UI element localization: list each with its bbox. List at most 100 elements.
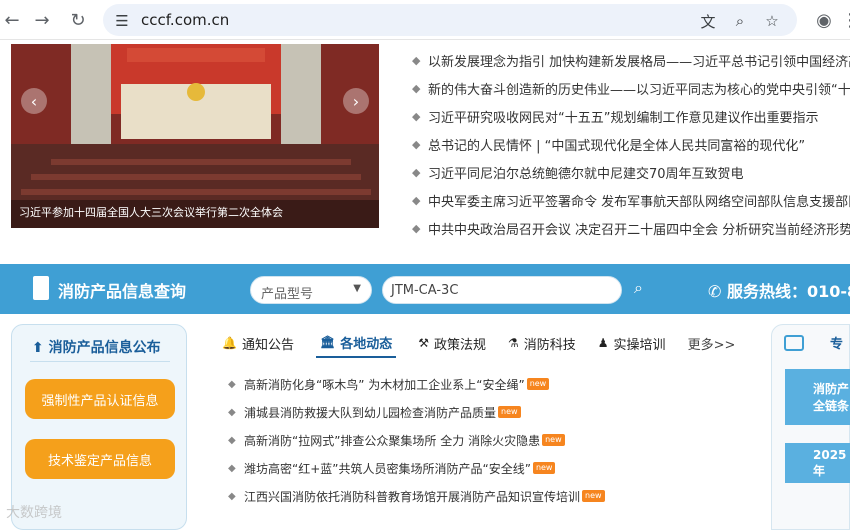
new-badge: new bbox=[532, 462, 556, 474]
top-news-list: ◆ 以新发展理念为指引 加快构建新发展格局——习近平总书记引领中国经济高 ◆ 新的伟… bbox=[412, 46, 850, 242]
new-badge: new bbox=[498, 406, 521, 418]
news-link[interactable]: 浦城县消防救援大队到幼儿园检查消防产品质量 bbox=[244, 404, 496, 421]
forward-icon[interactable]: → bbox=[30, 8, 54, 32]
list-item[interactable]: ◆ 习近平同尼泊尔总统鲍德尔就中尼建交70周年互致贺电 bbox=[412, 158, 850, 186]
promo-line: 消防产 bbox=[813, 382, 850, 396]
carousel-prev-button[interactable]: ‹ bbox=[21, 88, 47, 114]
new-badge: new bbox=[542, 434, 565, 446]
news-link[interactable]: 习近平研究吸收网民对“十五五”规划编制工作意见建议作出重要指示 bbox=[428, 107, 818, 126]
list-item[interactable]: ◆ 总书记的人民情怀 | “中国式现代化是全体人民共同富裕的现代化” bbox=[412, 130, 850, 158]
tab-label: 消防科技 bbox=[523, 337, 576, 353]
ccc-cert-button[interactable]: 强制性产品认证信息 bbox=[25, 379, 175, 419]
list-item[interactable]: ◆ 浦城县消防救援大队到幼儿园检查消防产品质量 new bbox=[228, 398, 748, 426]
news-link[interactable]: 新的伟大奋斗创造新的历史伟业——以习近平同志为核心的党中央引领“十四 bbox=[428, 79, 850, 98]
panel-title-text: 消防产品信息公布 bbox=[48, 340, 161, 356]
news-link[interactable]: 习近平同尼泊尔总统鲍德尔就中尼建交70周年互致贺电 bbox=[428, 163, 744, 182]
promo-line: 全链条 bbox=[813, 399, 850, 413]
bullet-icon: ◆ bbox=[412, 137, 421, 151]
list-item[interactable]: ◆ 新的伟大奋斗创造新的历史伟业——以习近平同志为核心的党中央引领“十四 bbox=[412, 74, 850, 102]
building-icon: 🏛 bbox=[319, 335, 336, 349]
news-link[interactable]: 总书记的人民情怀 | “中国式现代化是全体人民共同富裕的现代化” bbox=[428, 135, 805, 154]
panel-title: ⬆ 消防产品信息公布 bbox=[32, 337, 161, 357]
band-title: 消防产品信息查询 bbox=[58, 282, 187, 301]
right-year-button[interactable]: 2025年 bbox=[785, 443, 850, 483]
bookmark-star-icon[interactable]: ☆ bbox=[763, 12, 781, 30]
news-link[interactable]: 高新消防化身“啄木鸟” 为木材加工企业系上“安全绳” bbox=[244, 376, 525, 393]
tab-training[interactable]: ♟ 实操培训 bbox=[598, 328, 666, 358]
list-item[interactable]: ◆ 习近平研究吸收网民对“十五五”规划编制工作意见建议作出重要指示 bbox=[412, 102, 850, 130]
news-tabs: 🔔 通知公告 🏛 各地动态 ⚒ 政策法规 ⚗ 消防科技 ♟ 实操培训 更多>> bbox=[222, 328, 735, 358]
more-link[interactable]: 更多>> bbox=[688, 334, 736, 353]
search-icon[interactable]: ⌕ bbox=[634, 278, 643, 298]
list-item[interactable]: ◆ 中央军委主席习近平签署命令 发布军事航天部队网络空间部队信息支援部队 bbox=[412, 186, 850, 214]
browser-toolbar: ← → ↻ ☰ cccf.com.cn 文 ⌕ ☆ ◉ ⋮ bbox=[0, 0, 850, 40]
bullet-icon: ◆ bbox=[412, 109, 421, 123]
back-icon[interactable]: ← bbox=[0, 8, 24, 32]
list-item[interactable]: ◆ 中共中央政治局召开会议 决定召开二十届四中全会 分析研究当前经济形势... bbox=[412, 214, 850, 242]
list-item[interactable]: ◆ 以新发展理念为指引 加快构建新发展格局——习近平总书记引领中国经济高 bbox=[412, 46, 850, 74]
hotline-text: 服务热线：010-83 bbox=[726, 282, 850, 301]
product-query-band: 消防产品信息查询 产品型号 ▼ JTM-CA-3C ⌕ ✆ 服务热线：010-8… bbox=[0, 264, 850, 314]
bullet-icon: ◆ bbox=[412, 165, 421, 179]
more-icon[interactable]: ⋮ bbox=[838, 8, 850, 32]
tab-tech[interactable]: ⚗ 消防科技 bbox=[508, 328, 576, 358]
site-info-icon[interactable]: ☰ bbox=[113, 12, 131, 30]
news-carousel[interactable]: ‹ › 习近平参加十四届全国人大三次会议举行第二次全体会 bbox=[11, 44, 379, 228]
search-input[interactable]: JTM-CA-3C bbox=[382, 276, 622, 304]
right-side-panel: 专 消防产 全链条 2025年 bbox=[771, 324, 850, 530]
gavel-icon: ⚒ bbox=[418, 336, 429, 350]
watermark: 大数跨境 bbox=[6, 505, 62, 521]
tab-label: 各地动态 bbox=[340, 336, 393, 352]
bullet-icon: ◆ bbox=[228, 490, 236, 502]
news-link[interactable]: 中央军委主席习近平签署命令 发布军事航天部队网络空间部队信息支援部队 bbox=[428, 191, 850, 210]
pin-icon: ⬆ bbox=[32, 340, 49, 356]
select-label: 产品型号 bbox=[261, 287, 314, 302]
list-item[interactable]: ◆ 高新消防化身“啄木鸟” 为木材加工企业系上“安全绳” new bbox=[228, 370, 748, 398]
news-link[interactable]: 江西兴国消防依托消防科普教育场馆开展消防产品知识宣传培训 bbox=[244, 488, 580, 505]
hotline: ✆ 服务热线：010-83 bbox=[708, 278, 850, 302]
list-item[interactable]: ◆ 潍坊高密“红+蓝”共筑人员密集场所消防产品“安全线” new bbox=[228, 454, 748, 482]
bullet-icon: ◆ bbox=[412, 221, 421, 235]
local-news-list: ◆ 高新消防化身“啄木鸟” 为木材加工企业系上“安全绳” new ◆ 浦城县消防救援大… bbox=[228, 370, 748, 510]
mail-icon bbox=[784, 335, 804, 351]
list-item[interactable]: ◆ 江西兴国消防依托消防科普教育场馆开展消防产品知识宣传培训 new bbox=[228, 482, 748, 510]
tab-label: 通知公告 bbox=[241, 337, 294, 353]
tab-local-news[interactable]: 🏛 各地动态 bbox=[315, 328, 397, 358]
right-promo-button[interactable]: 消防产 全链条 bbox=[785, 369, 850, 425]
tab-label: 政策法规 bbox=[433, 337, 486, 353]
bullet-icon: ◆ bbox=[412, 53, 421, 67]
divider bbox=[30, 361, 170, 362]
news-link[interactable]: 潍坊高密“红+蓝”共筑人员密集场所消防产品“安全线” bbox=[244, 460, 531, 477]
bullet-icon: ◆ bbox=[228, 462, 236, 474]
bullet-icon: ◆ bbox=[412, 81, 421, 95]
news-link[interactable]: 中共中央政治局召开会议 决定召开二十届四中全会 分析研究当前经济形势... bbox=[428, 219, 850, 238]
right-panel-title: 专 bbox=[830, 337, 844, 352]
extinguisher-icon bbox=[33, 276, 49, 300]
list-item[interactable]: ◆ 高新消防“拉网式”排查公众聚集场所 全力 消除火灾隐患 new bbox=[228, 426, 748, 454]
tab-policy[interactable]: ⚒ 政策法规 bbox=[418, 328, 486, 358]
tab-notices[interactable]: 🔔 通知公告 bbox=[222, 328, 294, 358]
address-bar[interactable]: ☰ cccf.com.cn 文 ⌕ ☆ bbox=[103, 4, 797, 36]
tab-label: 实操培训 bbox=[613, 337, 666, 353]
bullet-icon: ◆ bbox=[228, 434, 236, 446]
bell-icon: 🔔 bbox=[222, 336, 237, 350]
carousel-next-button[interactable]: › bbox=[343, 88, 369, 114]
flask-icon: ⚗ bbox=[508, 336, 519, 350]
translate-icon[interactable]: 文 bbox=[699, 12, 717, 31]
person-icon: ♟ bbox=[597, 336, 609, 350]
news-link[interactable]: 高新消防“拉网式”排查公众聚集场所 全力 消除火灾隐患 bbox=[244, 432, 540, 449]
tech-appraisal-button[interactable]: 技术鉴定产品信息 bbox=[25, 439, 175, 479]
profile-icon[interactable]: ◉ bbox=[812, 8, 836, 32]
bullet-icon: ◆ bbox=[412, 193, 421, 207]
reload-icon[interactable]: ↻ bbox=[66, 8, 90, 32]
info-publish-panel: ⬆ 消防产品信息公布 强制性产品认证信息 技术鉴定产品信息 bbox=[11, 324, 187, 530]
news-link[interactable]: 以新发展理念为指引 加快构建新发展格局——习近平总书记引领中国经济高 bbox=[428, 51, 850, 70]
bullet-icon: ◆ bbox=[228, 406, 236, 418]
chevron-down-icon: ▼ bbox=[353, 283, 361, 294]
query-type-select[interactable]: 产品型号 ▼ bbox=[250, 276, 372, 304]
bullet-icon: ◆ bbox=[228, 378, 236, 390]
new-badge: new bbox=[582, 490, 605, 502]
zoom-icon[interactable]: ⌕ bbox=[731, 12, 749, 30]
carousel-caption[interactable]: 习近平参加十四届全国人大三次会议举行第二次全体会 bbox=[19, 204, 283, 220]
url-text[interactable]: cccf.com.cn bbox=[141, 11, 229, 29]
